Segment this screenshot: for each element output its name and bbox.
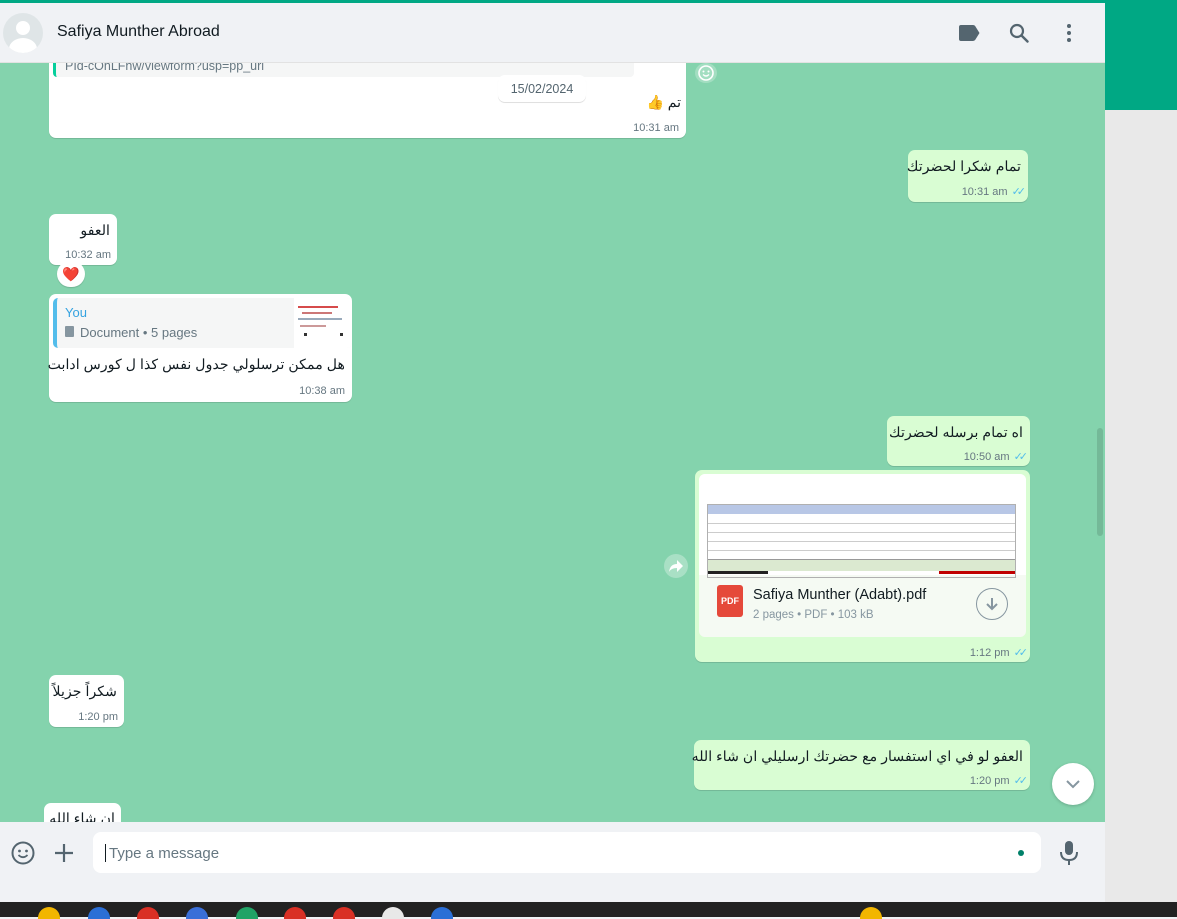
message-bubble[interactable]: العفو لو في اي استفسار مع حضرتك ارسليلي … (691, 740, 1030, 790)
attach-plus-icon[interactable] (52, 841, 76, 865)
composer: Type a message (0, 822, 1105, 884)
status-dot-icon (1018, 850, 1024, 856)
message-bubble[interactable]: You Document • 5 pages هل ممكن ترسلولي ج… (47, 294, 352, 402)
message-time: 10:38 am (299, 385, 345, 397)
message-text: تم 👍 (646, 94, 681, 110)
message-meta: 1:20 pm ✓✓ (969, 774, 1029, 787)
document-message[interactable]: PDF Safiya Munther (Adabt).pdf 2 pages •… (695, 470, 1030, 662)
message-text: تمام شكرا لحضرتك (906, 159, 1021, 175)
read-ticks-icon: ✓✓ (1013, 775, 1029, 787)
message-bubble[interactable]: تمام شكرا لحضرتك 10:31 am ✓✓ (906, 150, 1028, 202)
message-time: 1:12 pm (969, 647, 1010, 659)
message-bubble[interactable]: اه تمام برسله لحضرتك 10:50 am ✓✓ (887, 416, 1030, 466)
message-text: هل ممكن ترسلولي جدول نفس كذا ل كورس اداب… (47, 357, 345, 373)
avatar-body (9, 38, 37, 53)
background-panel (1105, 110, 1177, 902)
message-meta: 10:31 am ✓✓ (961, 185, 1027, 198)
contact-name[interactable]: Safiya Munther Abroad (57, 23, 220, 41)
heart-reaction-icon: ❤️ (62, 265, 80, 282)
pdf-preview (699, 474, 1026, 578)
pdf-file-icon: PDF (717, 585, 743, 617)
microphone-icon[interactable] (1058, 839, 1080, 867)
scroll-down-button[interactable] (1052, 763, 1094, 805)
download-arrow-icon (986, 598, 998, 611)
avatar[interactable] (3, 13, 43, 53)
message-bubble[interactable]: ان شاء الله (44, 803, 121, 822)
scrollbar-thumb[interactable] (1097, 428, 1103, 536)
document-icon (65, 326, 74, 337)
quoted-reply[interactable]: You Document • 5 pages (53, 298, 352, 348)
text-caret (105, 844, 106, 862)
smiley-icon (698, 65, 714, 81)
message-text: العفو لو في اي استفسار مع حضرتك ارسليلي … (691, 749, 1023, 765)
read-ticks-icon: ✓✓ (1011, 186, 1027, 198)
message-time: 10:31 am (633, 122, 679, 134)
message-time: 10:50 am (963, 451, 1010, 463)
link-text[interactable]: PId-cOnLFhw/viewform?usp=pp_url (65, 63, 264, 73)
label-icon[interactable] (957, 21, 981, 45)
emoji-icon[interactable] (10, 840, 36, 866)
message-input[interactable]: Type a message (93, 832, 1041, 873)
reaction-badge[interactable]: ❤️ (57, 261, 85, 287)
date-separator: 15/02/2024 (498, 75, 586, 102)
message-text: ان شاء الله (49, 811, 115, 822)
message-text: اه تمام برسله لحضرتك (889, 425, 1023, 441)
forward-button[interactable] (664, 554, 688, 578)
forward-icon (669, 560, 683, 572)
message-bubble[interactable]: شكراً جزيلاً 1:20 pm (49, 675, 124, 727)
chat-area[interactable]: PId-cOnLFhw/viewform?usp=pp_url تم 👍 10:… (0, 63, 1105, 822)
read-ticks-icon: ✓✓ (1013, 647, 1029, 659)
message-text: شكراً جزيلاً (52, 684, 117, 700)
file-meta: 2 pages • PDF • 103 kB (753, 609, 874, 621)
reply-author: You (65, 305, 87, 320)
document-thumbnail (294, 298, 352, 348)
read-ticks-icon: ✓✓ (1013, 451, 1029, 463)
message-time: 1:20 pm (78, 711, 118, 723)
search-icon[interactable] (1007, 21, 1031, 45)
message-bubble[interactable]: العفو 10:32 am (49, 214, 117, 265)
chat-header: Safiya Munther Abroad (0, 3, 1105, 63)
message-time: 10:31 am (961, 186, 1008, 198)
avatar-head (16, 21, 30, 35)
menu-dots-icon[interactable] (1057, 21, 1081, 45)
reply-text: Document • 5 pages (80, 325, 198, 340)
message-time: 1:20 pm (969, 775, 1010, 787)
file-name: Safiya Munther (Adabt).pdf (753, 587, 927, 603)
react-emoji-button[interactable] (695, 63, 717, 83)
chevron-down-icon (1066, 780, 1080, 789)
message-text: العفو (80, 223, 110, 239)
taskbar (0, 902, 1177, 917)
message-bubble[interactable]: PId-cOnLFhw/viewform?usp=pp_url تم 👍 10:… (49, 63, 686, 138)
download-button[interactable] (976, 588, 1008, 620)
background-accent (1105, 3, 1177, 110)
message-meta: 1:12 pm ✓✓ (969, 646, 1029, 659)
message-time: 10:32 am (65, 249, 111, 261)
document-card[interactable]: PDF Safiya Munther (Adabt).pdf 2 pages •… (699, 474, 1026, 637)
message-meta: 10:50 am ✓✓ (963, 450, 1029, 463)
message-input-placeholder: Type a message (109, 845, 220, 862)
